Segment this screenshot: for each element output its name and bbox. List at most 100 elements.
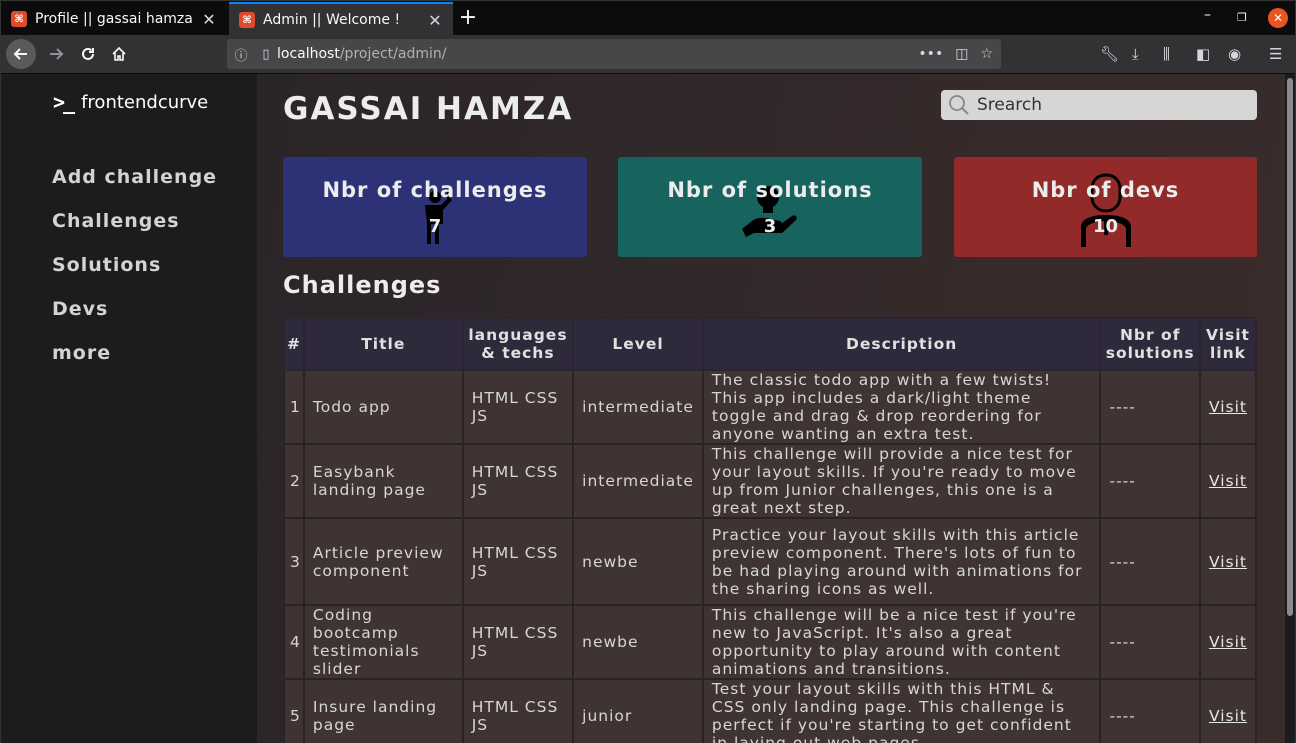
row-number: 4 (283, 604, 305, 680)
visit-link-cell: Visit (1198, 517, 1258, 606)
table-header-row: # Title languages & techs Level Descript… (283, 317, 1258, 371)
solutions-count: ---- (1099, 604, 1201, 680)
url-host: localhost (277, 46, 340, 62)
challenges-count-card: Nbr of challenges 7 (283, 157, 587, 257)
sidebar-item-more[interactable]: more (52, 342, 111, 364)
row-number: 5 (283, 678, 305, 743)
challenge-title: Easybank landing page (302, 443, 464, 519)
forward-arrow-icon[interactable] (41, 39, 71, 69)
scrollbar-thumb[interactable] (1287, 78, 1293, 616)
visit-link[interactable]: Visit (1209, 398, 1247, 416)
url-path: /project/admin/ (339, 46, 447, 62)
page-actions-icon[interactable]: ••• (918, 46, 943, 62)
sidebar-item-challenges[interactable]: Challenges (52, 210, 180, 232)
close-tab-icon[interactable]: ✕ (199, 10, 219, 29)
card-value: 7 (428, 216, 442, 237)
tab-title: Profile || gassai hamza (35, 11, 193, 27)
challenge-techs: HTML CSS JS (461, 369, 575, 445)
sidebar-toggle-icon[interactable]: ◧ (1196, 45, 1210, 63)
challenge-title: Article preview component (302, 517, 464, 606)
search-box[interactable] (941, 90, 1257, 120)
solutions-count-card: Nbr of solutions 3 (618, 157, 922, 257)
column-header: Description (701, 317, 1102, 371)
sidebar-item-devs[interactable]: Devs (52, 298, 108, 320)
column-header: # (283, 317, 305, 371)
table-row: 5 Insure landing page HTML CSS JS junior… (283, 678, 1258, 743)
menu-icon[interactable]: ☰ (1269, 45, 1282, 63)
challenge-description: The classic todo app with a few twists! … (701, 369, 1102, 445)
challenge-level: newbe (572, 517, 704, 606)
terminal-prompt-icon: >_ (53, 90, 75, 114)
table-row: 4 Coding bootcamp testimonials slider HT… (283, 604, 1258, 680)
search-input[interactable] (977, 95, 1247, 115)
column-header: languages & techs (461, 317, 575, 371)
browser-navigation-bar: ⓘ ▯ localhost/project/admin/ ••• ◫ ☆ 🔧︎ … (0, 35, 1296, 74)
challenge-level: newbe (572, 604, 704, 680)
logo[interactable]: >_ frontendcurve (53, 90, 208, 114)
solutions-count: ---- (1099, 443, 1201, 519)
challenges-table: # Title languages & techs Level Descript… (283, 317, 1258, 743)
main-content: GASSAI HAMZA Nbr of challenges 7 Nbr of … (257, 74, 1285, 743)
card-value: 3 (763, 216, 777, 237)
column-header: Level (572, 317, 704, 371)
sidebar-item-add-challenge[interactable]: Add challenge (52, 166, 217, 188)
back-arrow-icon[interactable] (6, 39, 36, 69)
challenge-description: Test your layout skills with this HTML &… (701, 678, 1102, 743)
page-icon: ▯ (262, 46, 270, 62)
minimize-window-icon[interactable]: – (1204, 7, 1211, 23)
table-row: 2 Easybank landing page HTML CSS JS inte… (283, 443, 1258, 519)
solutions-count: ---- (1099, 678, 1201, 743)
maximize-window-icon[interactable]: ❐ (1237, 11, 1247, 24)
column-header: Visit link (1198, 317, 1258, 371)
challenge-level: intermediate (572, 443, 704, 519)
visit-link[interactable]: Visit (1209, 553, 1247, 571)
page-title: GASSAI HAMZA (283, 91, 574, 127)
card-title: Nbr of devs (1031, 178, 1180, 202)
visit-link-cell: Visit (1198, 678, 1258, 743)
challenge-title: Insure landing page (302, 678, 464, 743)
challenge-description: This challenge will be a nice test if yo… (701, 604, 1102, 680)
column-header: Nbr of solutions (1099, 317, 1201, 371)
account-icon[interactable]: ◉ (1228, 45, 1241, 63)
site-info-icon[interactable]: ⓘ (227, 45, 255, 64)
library-icon[interactable]: ⫼ (1163, 45, 1170, 63)
devs-count-card: Nbr of devs 10 (954, 157, 1257, 257)
page-scrollbar[interactable] (1285, 74, 1296, 743)
home-icon[interactable] (104, 39, 134, 69)
visit-link[interactable]: Visit (1209, 472, 1247, 490)
challenge-title: Todo app (302, 369, 464, 445)
solutions-count: ---- (1099, 517, 1201, 606)
visit-link[interactable]: Visit (1209, 707, 1247, 725)
row-number: 2 (283, 443, 305, 519)
new-tab-icon[interactable]: + (457, 5, 479, 31)
pocket-icon[interactable]: ◫ (955, 46, 968, 62)
visit-link[interactable]: Visit (1209, 633, 1247, 651)
challenge-description: Practice your layout skills with this ar… (701, 517, 1102, 606)
visit-link-cell: Visit (1198, 369, 1258, 445)
sidebar: >_ frontendcurve Add challenge Challenge… (0, 74, 257, 743)
row-number: 3 (283, 517, 305, 606)
table-row: 1 Todo app HTML CSS JS intermediate The … (283, 369, 1258, 445)
table-row: 3 Article preview component HTML CSS JS … (283, 517, 1258, 606)
browser-tab-admin[interactable]: ⌘ Admin || Welcome ! ✕ (229, 2, 453, 36)
visit-link-cell: Visit (1198, 443, 1258, 519)
bookmark-star-icon[interactable]: ☆ (980, 46, 993, 62)
challenge-title: Coding bootcamp testimonials slider (302, 604, 464, 680)
sidebar-item-solutions[interactable]: Solutions (52, 254, 161, 276)
wrench-icon[interactable]: 🔧︎ (1100, 45, 1119, 63)
address-bar[interactable]: ⓘ ▯ localhost/project/admin/ ••• ◫ ☆ (227, 39, 1001, 69)
logo-text: frontendcurve (81, 91, 209, 113)
challenge-description: This challenge will provide a nice test … (701, 443, 1102, 519)
close-window-icon[interactable]: ✕ (1268, 8, 1288, 28)
close-tab-icon[interactable]: ✕ (425, 11, 445, 30)
xampp-favicon-icon: ⌘ (11, 11, 27, 27)
challenge-level: intermediate (572, 369, 704, 445)
section-title: Challenges (283, 271, 442, 299)
browser-tab-profile[interactable]: ⌘ Profile || gassai hamza ✕ (1, 2, 227, 36)
row-number: 1 (283, 369, 305, 445)
visit-link-cell: Visit (1198, 604, 1258, 680)
download-icon[interactable]: ⤓ (1132, 45, 1139, 63)
card-title: Nbr of challenges (322, 178, 548, 202)
challenge-level: junior (572, 678, 704, 743)
reload-icon[interactable] (73, 39, 103, 69)
